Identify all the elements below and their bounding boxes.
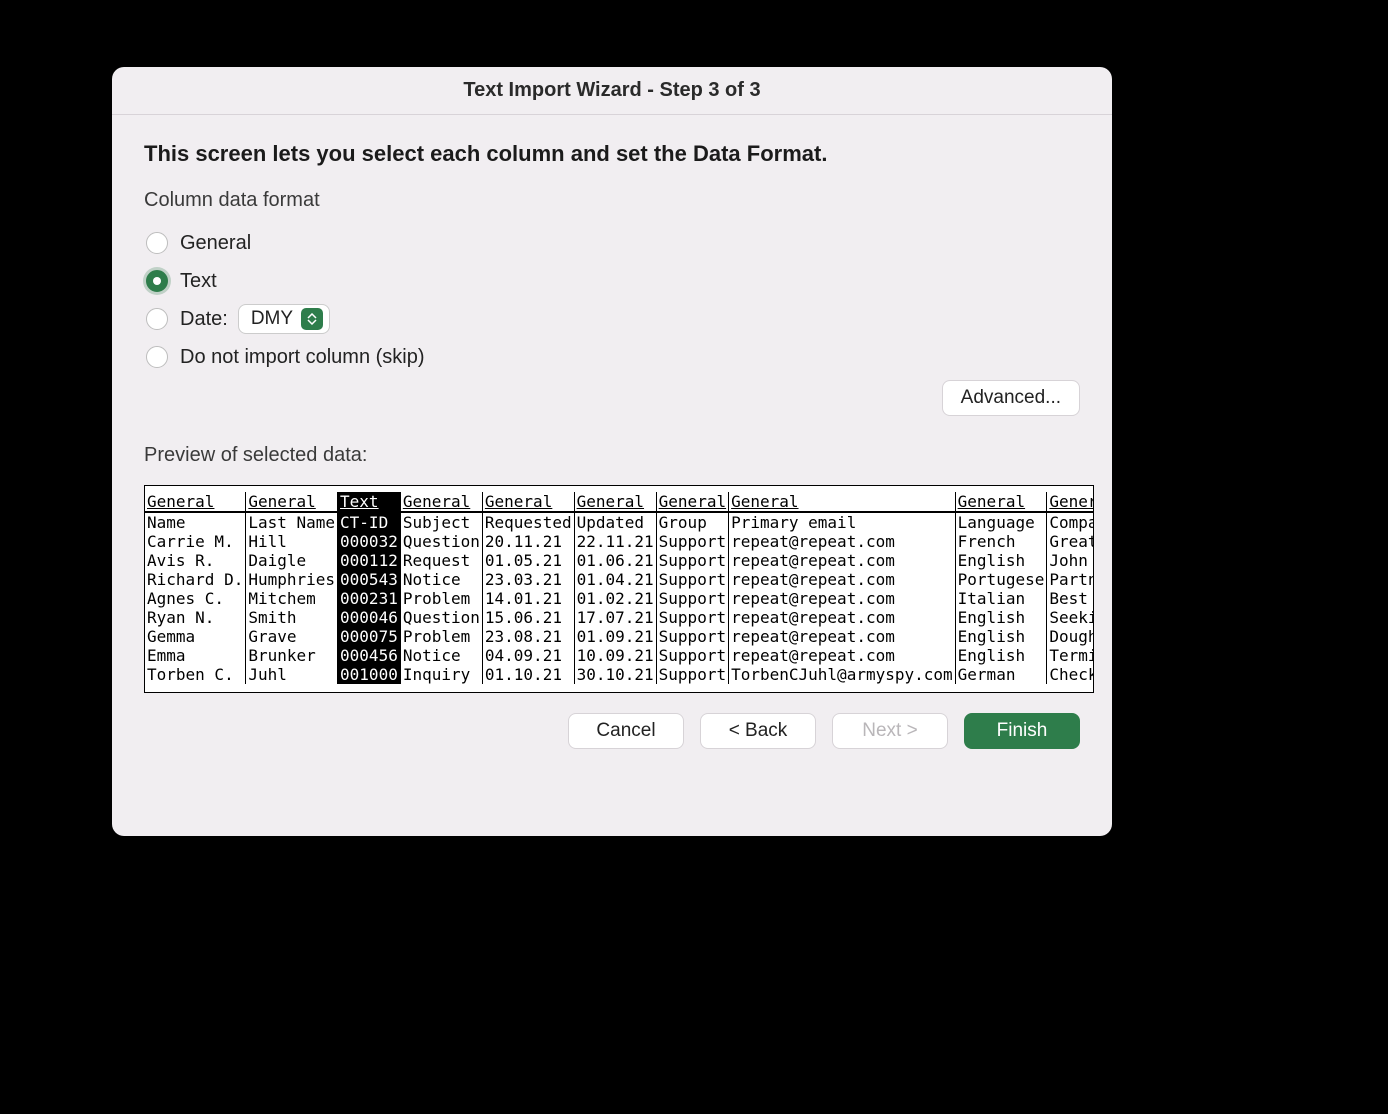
- table-row: Richard D.Humphries000543Notice23.03.210…: [145, 570, 1094, 589]
- date-format-select[interactable]: DMY: [238, 304, 330, 334]
- column-header[interactable]: General: [955, 492, 1047, 512]
- back-button[interactable]: < Back: [700, 713, 816, 749]
- column-header[interactable]: General: [729, 492, 956, 512]
- radio-general-label: General: [180, 232, 251, 255]
- radio-skip-label: Do not import column (skip): [180, 346, 425, 369]
- date-format-value: DMY: [251, 308, 293, 330]
- table-row: Carrie M.Hill000032Question20.11.2122.11…: [145, 532, 1094, 551]
- column-format-radios: General Text Date: DMY Do not i: [146, 224, 1080, 376]
- advanced-button[interactable]: Advanced...: [942, 380, 1080, 416]
- cancel-button[interactable]: Cancel: [568, 713, 684, 749]
- preview-label: Preview of selected data:: [144, 444, 1080, 467]
- radio-general[interactable]: [146, 232, 168, 254]
- radio-skip[interactable]: [146, 346, 168, 368]
- radio-date[interactable]: [146, 308, 168, 330]
- table-row: Agnes C.Mitchem000231Problem14.01.2101.0…: [145, 589, 1094, 608]
- dialog-footer: Cancel < Back Next > Finish: [144, 713, 1080, 749]
- column-header[interactable]: General: [1047, 492, 1094, 512]
- import-wizard-dialog: Text Import Wizard - Step 3 of 3 This sc…: [112, 67, 1112, 836]
- column-header[interactable]: General: [656, 492, 728, 512]
- table-row: NameLast NameCT-IDSubjectRequestedUpdate…: [145, 512, 1094, 532]
- radio-text-label: Text: [180, 270, 217, 293]
- column-header[interactable]: General: [400, 492, 482, 512]
- next-button: Next >: [832, 713, 948, 749]
- table-row: Torben C.Juhl001000Inquiry01.10.2130.10.…: [145, 665, 1094, 684]
- table-row: Avis R.Daigle000112Request01.05.2101.06.…: [145, 551, 1094, 570]
- preview-pane[interactable]: GeneralGeneralTextGeneralGeneralGeneralG…: [144, 485, 1094, 693]
- table-row: Ryan N.Smith000046Question15.06.2117.07.…: [145, 608, 1094, 627]
- preview-table[interactable]: GeneralGeneralTextGeneralGeneralGeneralG…: [145, 492, 1094, 684]
- radio-text[interactable]: [146, 270, 168, 292]
- column-header[interactable]: Text: [338, 492, 401, 512]
- column-header[interactable]: General: [145, 492, 246, 512]
- select-arrows-icon: [301, 308, 323, 330]
- column-format-label: Column data format: [144, 189, 1080, 212]
- column-header[interactable]: General: [246, 492, 338, 512]
- radio-date-label: Date:: [180, 308, 228, 331]
- column-header[interactable]: General: [482, 492, 574, 512]
- column-header[interactable]: General: [574, 492, 656, 512]
- dialog-title: Text Import Wizard - Step 3 of 3: [112, 67, 1112, 115]
- finish-button[interactable]: Finish: [964, 713, 1080, 749]
- instruction-text: This screen lets you select each column …: [144, 141, 1080, 167]
- table-row: EmmaBrunker000456Notice04.09.2110.09.21S…: [145, 646, 1094, 665]
- table-row: GemmaGrave000075Problem23.08.2101.09.21S…: [145, 627, 1094, 646]
